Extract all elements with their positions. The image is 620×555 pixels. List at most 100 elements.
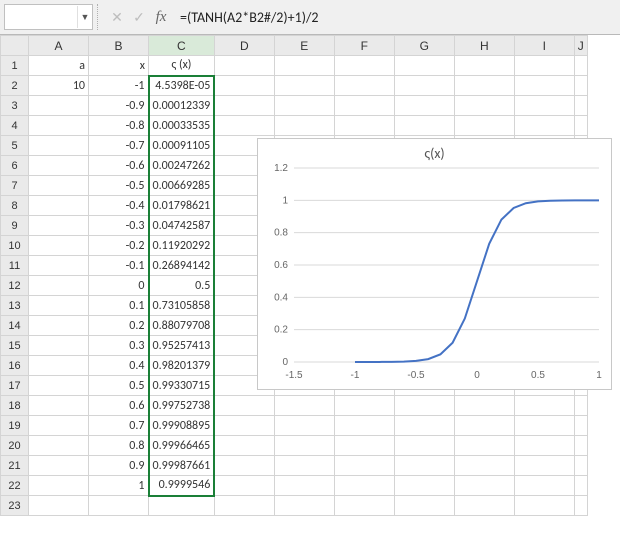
col-header-F[interactable]: F bbox=[334, 36, 394, 56]
col-header-I[interactable]: I bbox=[514, 36, 574, 56]
cell-B10[interactable]: -0.2 bbox=[89, 236, 149, 256]
cell-I19[interactable] bbox=[514, 416, 574, 436]
cell-B15[interactable]: 0.3 bbox=[89, 336, 149, 356]
cell-A20[interactable] bbox=[29, 436, 89, 456]
cell-C21[interactable]: 0.99987661 bbox=[149, 456, 215, 476]
cell-A5[interactable] bbox=[29, 136, 89, 156]
cell-C7[interactable]: 0.00669285 bbox=[149, 176, 215, 196]
col-header-B[interactable]: B bbox=[89, 36, 149, 56]
cell-C4[interactable]: 0.00033535 bbox=[149, 116, 215, 136]
cell-A9[interactable] bbox=[29, 216, 89, 236]
row-header-6[interactable]: 6 bbox=[1, 156, 29, 176]
cell-A3[interactable] bbox=[29, 96, 89, 116]
cell-H22[interactable] bbox=[454, 476, 514, 496]
cell-J4[interactable] bbox=[574, 116, 587, 136]
cell-A10[interactable] bbox=[29, 236, 89, 256]
cell-G23[interactable] bbox=[394, 496, 454, 516]
cell-G19[interactable] bbox=[394, 416, 454, 436]
cell-D4[interactable] bbox=[214, 116, 274, 136]
row-header-10[interactable]: 10 bbox=[1, 236, 29, 256]
cell-C14[interactable]: 0.88079708 bbox=[149, 316, 215, 336]
row-header-15[interactable]: 15 bbox=[1, 336, 29, 356]
row-header-21[interactable]: 21 bbox=[1, 456, 29, 476]
cell-G3[interactable] bbox=[394, 96, 454, 116]
cell-A19[interactable] bbox=[29, 416, 89, 436]
cell-C1[interactable]: ς (x) bbox=[149, 56, 215, 76]
cell-H20[interactable] bbox=[454, 436, 514, 456]
cell-B20[interactable]: 0.8 bbox=[89, 436, 149, 456]
cell-B22[interactable]: 1 bbox=[89, 476, 149, 496]
col-header-C[interactable]: C bbox=[149, 36, 215, 56]
cell-C11[interactable]: 0.26894142 bbox=[149, 256, 215, 276]
cell-A12[interactable] bbox=[29, 276, 89, 296]
cell-E18[interactable] bbox=[274, 396, 334, 416]
cell-A17[interactable] bbox=[29, 376, 89, 396]
cell-B19[interactable]: 0.7 bbox=[89, 416, 149, 436]
cell-B11[interactable]: -0.1 bbox=[89, 256, 149, 276]
cell-D19[interactable] bbox=[214, 416, 274, 436]
cell-E1[interactable] bbox=[274, 56, 334, 76]
cell-H21[interactable] bbox=[454, 456, 514, 476]
col-header-D[interactable]: D bbox=[214, 36, 274, 56]
row-header-20[interactable]: 20 bbox=[1, 436, 29, 456]
formula-input[interactable]: =(TANH(A2*B2#/2)+1)/2 bbox=[172, 9, 620, 26]
cell-F22[interactable] bbox=[334, 476, 394, 496]
cell-F23[interactable] bbox=[334, 496, 394, 516]
cancel-icon[interactable]: ✕ bbox=[106, 6, 128, 28]
cell-B18[interactable]: 0.6 bbox=[89, 396, 149, 416]
cell-B3[interactable]: -0.9 bbox=[89, 96, 149, 116]
cell-B6[interactable]: -0.6 bbox=[89, 156, 149, 176]
cell-F21[interactable] bbox=[334, 456, 394, 476]
cell-A6[interactable] bbox=[29, 156, 89, 176]
cell-J3[interactable] bbox=[574, 96, 587, 116]
cell-C8[interactable]: 0.01798621 bbox=[149, 196, 215, 216]
cell-J22[interactable] bbox=[574, 476, 587, 496]
row-header-23[interactable]: 23 bbox=[1, 496, 29, 516]
row-header-5[interactable]: 5 bbox=[1, 136, 29, 156]
cell-G20[interactable] bbox=[394, 436, 454, 456]
cell-B12[interactable]: 0 bbox=[89, 276, 149, 296]
cell-C23[interactable] bbox=[149, 496, 215, 516]
fx-icon[interactable]: fx bbox=[150, 9, 172, 26]
cell-B7[interactable]: -0.5 bbox=[89, 176, 149, 196]
cell-I21[interactable] bbox=[514, 456, 574, 476]
cell-A18[interactable] bbox=[29, 396, 89, 416]
row-header-1[interactable]: 1 bbox=[1, 56, 29, 76]
cell-B16[interactable]: 0.4 bbox=[89, 356, 149, 376]
cell-E23[interactable] bbox=[274, 496, 334, 516]
cell-D20[interactable] bbox=[214, 436, 274, 456]
cell-B2[interactable]: -1 bbox=[89, 76, 149, 96]
col-header-J[interactable]: J bbox=[574, 36, 587, 56]
cell-B4[interactable]: -0.8 bbox=[89, 116, 149, 136]
row-header-9[interactable]: 9 bbox=[1, 216, 29, 236]
col-header-H[interactable]: H bbox=[454, 36, 514, 56]
cell-E2[interactable] bbox=[274, 76, 334, 96]
cell-C20[interactable]: 0.99966465 bbox=[149, 436, 215, 456]
cell-J18[interactable] bbox=[574, 396, 587, 416]
cell-D18[interactable] bbox=[214, 396, 274, 416]
cell-J23[interactable] bbox=[574, 496, 587, 516]
cell-J2[interactable] bbox=[574, 76, 587, 96]
cell-C17[interactable]: 0.99330715 bbox=[149, 376, 215, 396]
cell-C15[interactable]: 0.95257413 bbox=[149, 336, 215, 356]
row-header-18[interactable]: 18 bbox=[1, 396, 29, 416]
cell-D2[interactable] bbox=[214, 76, 274, 96]
cell-C2[interactable]: 4.5398E-05 bbox=[149, 76, 215, 96]
cell-F4[interactable] bbox=[334, 116, 394, 136]
cell-I2[interactable] bbox=[514, 76, 574, 96]
row-header-7[interactable]: 7 bbox=[1, 176, 29, 196]
cell-A15[interactable] bbox=[29, 336, 89, 356]
row-header-14[interactable]: 14 bbox=[1, 316, 29, 336]
cell-B9[interactable]: -0.3 bbox=[89, 216, 149, 236]
cell-J21[interactable] bbox=[574, 456, 587, 476]
row-header-11[interactable]: 11 bbox=[1, 256, 29, 276]
cell-A22[interactable] bbox=[29, 476, 89, 496]
row-header-4[interactable]: 4 bbox=[1, 116, 29, 136]
col-header-G[interactable]: G bbox=[394, 36, 454, 56]
cell-C9[interactable]: 0.04742587 bbox=[149, 216, 215, 236]
chart[interactable]: ς(x) 00.20.40.60.811.2-1.5-1-0.500.51 bbox=[257, 138, 612, 390]
cell-C10[interactable]: 0.11920292 bbox=[149, 236, 215, 256]
cell-C18[interactable]: 0.99752738 bbox=[149, 396, 215, 416]
cell-H19[interactable] bbox=[454, 416, 514, 436]
cell-C16[interactable]: 0.98201379 bbox=[149, 356, 215, 376]
